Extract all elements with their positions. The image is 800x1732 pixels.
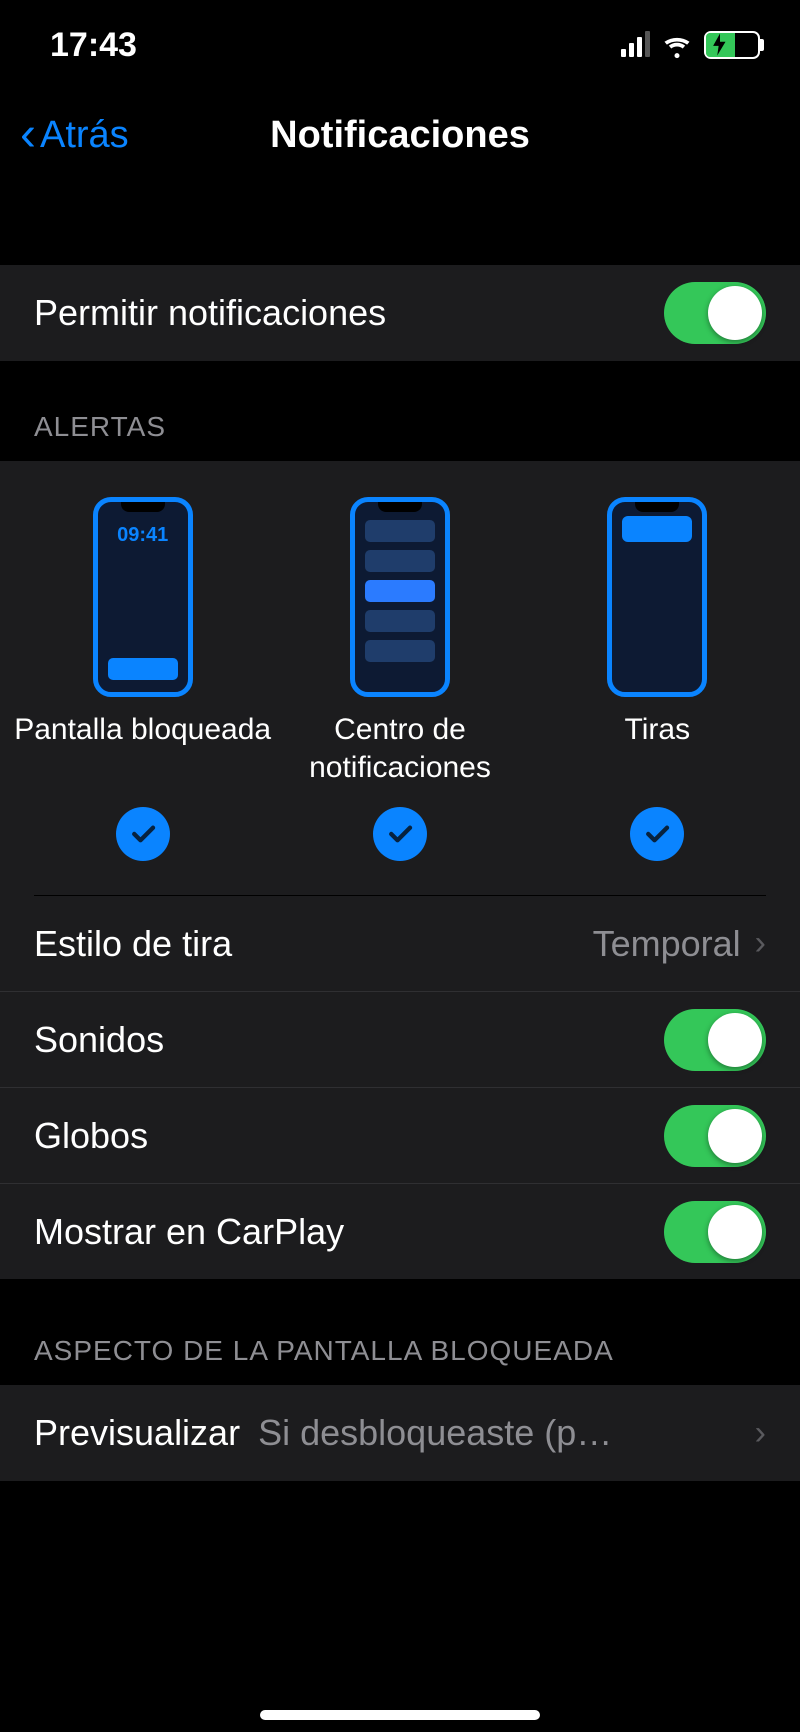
alert-option-label: Pantalla bloqueada <box>14 711 271 787</box>
battery-charging-icon <box>713 26 727 65</box>
allow-notifications-toggle[interactable] <box>664 282 766 344</box>
nav-bar: ‹ Atrás Notificaciones <box>0 90 800 180</box>
sounds-row[interactable]: Sonidos <box>0 992 800 1088</box>
status-indicators <box>621 30 760 60</box>
checkmark-icon <box>373 807 427 861</box>
alert-option-notification-center[interactable]: Centro de notificaciones <box>271 497 528 861</box>
back-button[interactable]: ‹ Atrás <box>20 111 129 159</box>
home-indicator[interactable] <box>260 1710 540 1720</box>
battery-icon <box>704 31 760 59</box>
badges-label: Globos <box>34 1115 148 1157</box>
wifi-icon <box>662 30 692 60</box>
sounds-label: Sonidos <box>34 1019 164 1061</box>
alert-option-lock-screen[interactable]: 09:41 Pantalla bloqueada <box>14 497 271 861</box>
allow-notifications-label: Permitir notificaciones <box>34 292 386 334</box>
back-label: Atrás <box>40 114 129 157</box>
status-bar: 17:43 <box>0 0 800 90</box>
chevron-right-icon: › <box>755 924 766 963</box>
sounds-toggle[interactable] <box>664 1009 766 1071</box>
alerts-panel: 09:41 Pantalla bloqueada Centro de notif… <box>0 461 800 1280</box>
banner-style-label: Estilo de tira <box>34 923 232 965</box>
banner-style-row[interactable]: Estilo de tira Temporal › <box>0 896 800 992</box>
chevron-left-icon: ‹ <box>20 111 36 159</box>
chevron-right-icon: › <box>755 1414 766 1453</box>
banner-style-value: Temporal <box>593 923 741 965</box>
checkmark-icon <box>116 807 170 861</box>
preview-row[interactable]: Previsualizar Si desbloqueaste (p… › <box>0 1385 800 1481</box>
page-title: Notificaciones <box>270 114 530 157</box>
preview-value: Si desbloqueaste (p… <box>258 1412 737 1454</box>
status-time: 17:43 <box>50 26 137 65</box>
checkmark-icon <box>630 807 684 861</box>
badges-row[interactable]: Globos <box>0 1088 800 1184</box>
alerts-section-header: ALERTAS <box>0 361 800 461</box>
cellular-signal-icon <box>621 33 650 57</box>
alert-option-banners[interactable]: Tiras <box>529 497 786 861</box>
badges-toggle[interactable] <box>664 1105 766 1167</box>
alert-option-label: Tiras <box>625 711 691 787</box>
carplay-label: Mostrar en CarPlay <box>34 1211 344 1253</box>
alert-option-label: Centro de notificaciones <box>271 711 528 787</box>
carplay-row[interactable]: Mostrar en CarPlay <box>0 1184 800 1280</box>
preview-label: Previsualizar <box>34 1412 240 1454</box>
banner-preview-icon <box>607 497 707 697</box>
lock-screen-preview-icon: 09:41 <box>93 497 193 697</box>
notification-center-preview-icon <box>350 497 450 697</box>
carplay-toggle[interactable] <box>664 1201 766 1263</box>
lockscreen-section-header: ASPECTO DE LA PANTALLA BLOQUEADA <box>0 1280 800 1385</box>
allow-notifications-row[interactable]: Permitir notificaciones <box>0 265 800 361</box>
